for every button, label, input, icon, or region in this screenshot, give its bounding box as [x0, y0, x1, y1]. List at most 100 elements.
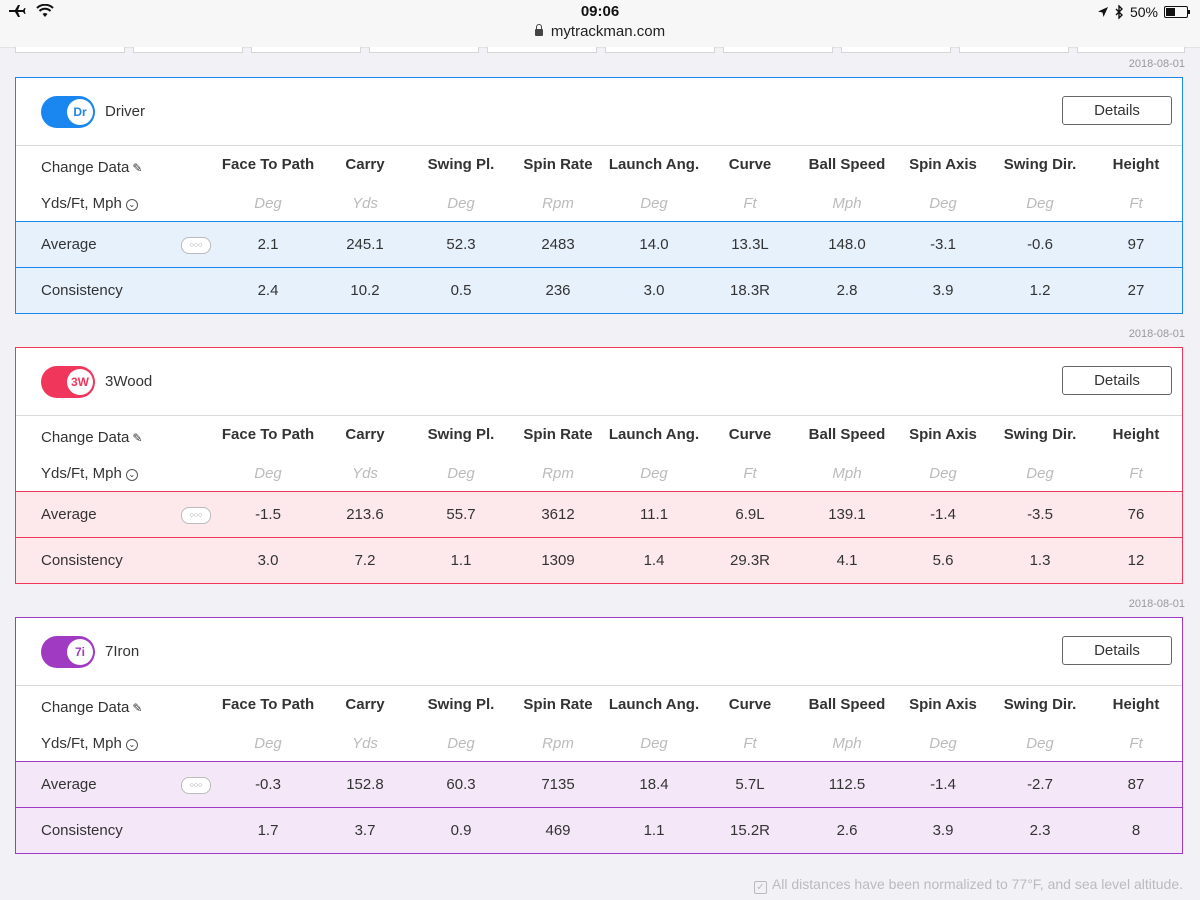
change-data-button[interactable]: Change Data ✎ [41, 429, 142, 446]
column-name: Spin Axis [909, 696, 977, 713]
change-data-label: Change Data [41, 159, 130, 176]
column-header: Face To Path Deg [220, 686, 316, 761]
change-data-button[interactable]: Change Data ✎ [41, 159, 142, 176]
status-right: 50% [1097, 4, 1190, 20]
consistency-value: 3.0 [257, 552, 279, 569]
units-label: Yds/Ft, Mph [41, 195, 122, 212]
consistency-value: 1.1 [643, 822, 665, 839]
tab-stub[interactable] [1077, 47, 1185, 53]
tab-stub[interactable] [959, 47, 1069, 53]
column-name: Spin Axis [909, 426, 977, 443]
row-label: Consistency [41, 552, 123, 569]
column-name: Swing Pl. [427, 426, 495, 443]
tab-stub[interactable] [605, 47, 715, 53]
average-value: 14.0 [639, 236, 669, 253]
battery-percent: 50% [1129, 4, 1158, 20]
tab-stub[interactable] [15, 47, 125, 53]
column-name: Curve [728, 426, 772, 443]
column-unit: Deg [447, 195, 475, 212]
details-button[interactable]: Details [1062, 96, 1172, 125]
tab-stub[interactable] [841, 47, 951, 53]
column-name: Swing Dir. [1003, 426, 1077, 443]
column-name: Height [1112, 696, 1160, 713]
status-time: 09:06 [580, 3, 620, 20]
row-label: Average [41, 506, 97, 523]
average-value: 97 [1127, 236, 1145, 253]
consistency-value: 236 [545, 282, 571, 299]
consistency-value: 3.9 [932, 822, 954, 839]
consistency-value: 0.5 [450, 282, 472, 299]
consistency-value: 1309 [541, 552, 575, 569]
column-header: Spin Axis Deg [895, 146, 991, 221]
details-button[interactable]: Details [1062, 366, 1172, 395]
column-name: Spin Axis [909, 156, 977, 173]
column-header: Spin Rate Rpm [510, 416, 606, 491]
consistency-value: 3.0 [643, 282, 665, 299]
column-name: Face To Path [221, 426, 315, 443]
column-unit: Deg [254, 465, 282, 482]
tab-stub[interactable] [723, 47, 833, 53]
average-value: 245.1 [346, 236, 384, 253]
change-data-label: Change Data [41, 699, 130, 716]
address-bar[interactable]: mytrackman.com [0, 23, 1200, 40]
cloud-icon[interactable]: ○○○ [181, 777, 211, 794]
column-header: Curve Ft [702, 686, 798, 761]
session-date: 2018-08-01 [1128, 58, 1185, 70]
consistency-value: 8 [1131, 822, 1141, 839]
column-unit: Yds [352, 465, 378, 482]
bluetooth-icon [1115, 5, 1123, 19]
column-unit: Deg [1026, 465, 1054, 482]
column-unit: Deg [1026, 195, 1054, 212]
consistency-value: 1.2 [1029, 282, 1051, 299]
card-header: 7i 7Iron Details [16, 618, 1182, 686]
normalization-note: ✓ All distances have been normalized to 7… [753, 876, 1183, 894]
cloud-icon[interactable]: ○○○ [181, 237, 211, 254]
tab-stub[interactable] [369, 47, 479, 53]
chevron-down-icon: ⌄ [125, 739, 138, 751]
consistency-row: Consistency 3.0 7.2 1.1 1309 1.4 29.3R 4.1 5.6 1… [16, 538, 1182, 583]
tab-stub[interactable] [133, 47, 243, 53]
average-value: 13.3L [731, 236, 769, 253]
column-header: Swing Dir. Deg [992, 146, 1088, 221]
tab-stub[interactable] [487, 47, 597, 53]
column-name: Launch Ang. [608, 696, 700, 713]
tab-stub[interactable] [251, 47, 361, 53]
column-header: Carry Yds [317, 146, 413, 221]
consistency-value: 1.7 [257, 822, 279, 839]
club-toggle[interactable]: 7i [41, 636, 95, 668]
units-dropdown[interactable]: Yds/Ft, Mph ⌄ [41, 465, 138, 482]
details-button[interactable]: Details [1062, 636, 1172, 665]
column-name: Swing Pl. [427, 156, 495, 173]
consistency-value: 0.9 [450, 822, 472, 839]
pencil-icon: ✎ [132, 431, 143, 445]
average-value: 7135 [541, 776, 575, 793]
card-header: Dr Driver Details [16, 78, 1182, 146]
average-value: 52.3 [446, 236, 476, 253]
column-name: Height [1112, 156, 1160, 173]
average-value: 18.4 [639, 776, 669, 793]
session-date: 2018-08-01 [1128, 598, 1185, 610]
column-unit: Ft [1129, 465, 1143, 482]
column-header-row: Change Data ✎ Yds/Ft, Mph ⌄ Face To Path D… [16, 416, 1182, 492]
column-name: Spin Rate [523, 696, 593, 713]
column-unit: Ft [1129, 735, 1143, 752]
club-toggle[interactable]: 3W [41, 366, 95, 398]
change-data-button[interactable]: Change Data ✎ [41, 699, 142, 716]
column-header: Carry Yds [317, 686, 413, 761]
column-unit: Mph [832, 195, 862, 212]
consistency-value: 4.1 [836, 552, 858, 569]
units-dropdown[interactable]: Yds/Ft, Mph ⌄ [41, 735, 138, 752]
consistency-value: 2.4 [257, 282, 279, 299]
column-header: Height Ft [1088, 686, 1184, 761]
average-value: 76 [1127, 506, 1145, 523]
column-header: Launch Ang. Deg [606, 146, 702, 221]
consistency-row: Consistency 2.4 10.2 0.5 236 3.0 18.3R 2.8 3.9 1… [16, 268, 1182, 313]
club-abbr: 3W [67, 369, 93, 395]
average-value: 3612 [541, 506, 575, 523]
column-header: Height Ft [1088, 416, 1184, 491]
column-header: Swing Pl. Deg [413, 686, 509, 761]
cloud-icon[interactable]: ○○○ [181, 507, 211, 524]
average-value: -2.7 [1027, 776, 1053, 793]
units-dropdown[interactable]: Yds/Ft, Mph ⌄ [41, 195, 138, 212]
club-toggle[interactable]: Dr [41, 96, 95, 128]
